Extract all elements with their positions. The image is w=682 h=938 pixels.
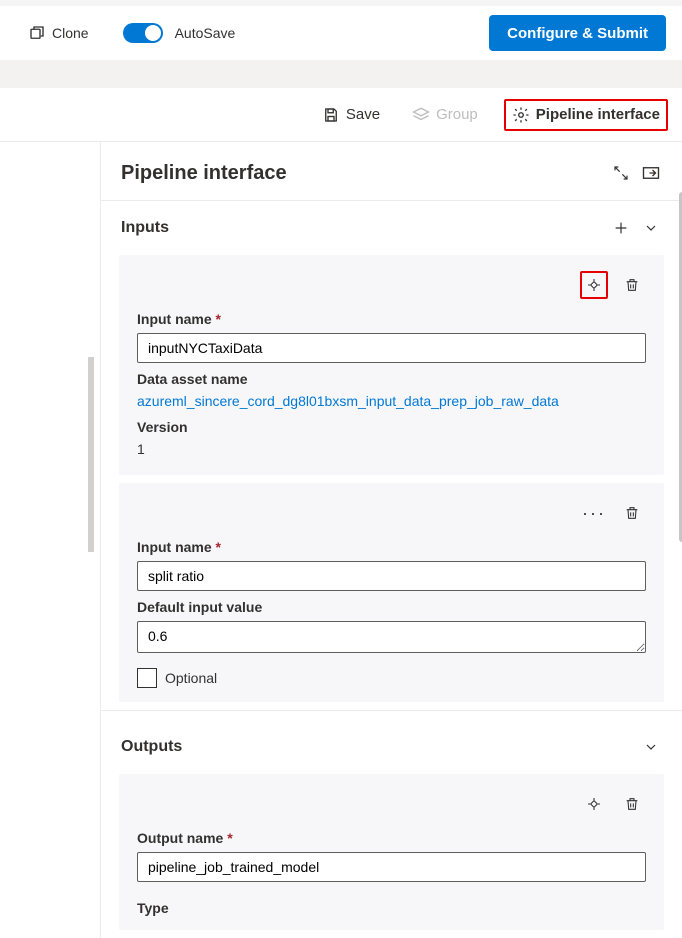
trash-icon — [624, 505, 640, 521]
type-label: Type — [137, 900, 646, 916]
output-name-field[interactable] — [137, 852, 646, 882]
version-label: Version — [137, 419, 646, 435]
delete-input-button[interactable] — [618, 271, 646, 299]
toolbar: Save Group Pipeline interface — [0, 88, 682, 142]
collapse-inputs-button[interactable] — [636, 213, 666, 243]
gear-icon — [512, 106, 530, 124]
input-card: ··· Input name Default input value Optio… — [119, 483, 664, 702]
output-name-label: Output name — [137, 830, 646, 846]
delete-output-button[interactable] — [618, 790, 646, 818]
autosave-toggle[interactable] — [123, 23, 163, 43]
pipeline-interface-panel: Pipeline interface Inputs — [100, 142, 682, 938]
delete-input-button[interactable] — [618, 499, 646, 527]
input-name-field[interactable] — [137, 333, 646, 363]
trash-icon — [624, 277, 640, 293]
chevron-down-icon — [643, 220, 659, 236]
add-input-button[interactable] — [606, 213, 636, 243]
clone-icon — [28, 24, 46, 42]
save-icon — [322, 106, 340, 124]
target-icon — [586, 796, 602, 812]
input-name-label: Input name — [137, 311, 646, 327]
input-name-field[interactable] — [137, 561, 646, 591]
minimap-scrollbar[interactable] — [88, 357, 94, 552]
asset-name-label: Data asset name — [137, 371, 646, 387]
clone-label: Clone — [52, 25, 89, 41]
input-card: Input name Data asset name azureml_since… — [119, 255, 664, 475]
close-panel-icon[interactable] — [636, 158, 666, 188]
locate-output-button[interactable] — [580, 790, 608, 818]
output-card: Output name Type — [119, 774, 664, 930]
trash-icon — [624, 796, 640, 812]
more-input-button[interactable]: ··· — [580, 499, 608, 527]
chevron-down-icon — [643, 739, 659, 755]
default-value-label: Default input value — [137, 599, 646, 615]
locate-input-button[interactable] — [580, 271, 608, 299]
default-value-field[interactable] — [137, 621, 646, 653]
save-button[interactable]: Save — [316, 102, 386, 128]
version-value: 1 — [137, 441, 646, 457]
asset-link[interactable]: azureml_sincere_cord_dg8l01bxsm_input_da… — [137, 393, 646, 409]
pipeline-interface-button[interactable]: Pipeline interface — [504, 99, 668, 131]
outputs-heading: Outputs — [121, 738, 636, 756]
collapse-outputs-button[interactable] — [636, 732, 666, 762]
optional-checkbox[interactable] — [137, 668, 157, 688]
target-icon — [586, 277, 602, 293]
group-button: Group — [406, 102, 484, 128]
group-icon — [412, 106, 430, 124]
optional-label: Optional — [165, 670, 217, 686]
autosave-label: AutoSave — [175, 25, 236, 41]
plus-icon — [613, 220, 629, 236]
clone-button[interactable]: Clone — [24, 20, 93, 46]
panel-title: Pipeline interface — [121, 162, 606, 185]
configure-submit-button[interactable]: Configure & Submit — [489, 15, 666, 51]
inputs-heading: Inputs — [121, 219, 606, 237]
input-name-label: Input name — [137, 539, 646, 555]
expand-icon[interactable] — [606, 158, 636, 188]
top-bar: Clone AutoSave Configure & Submit — [0, 6, 682, 60]
